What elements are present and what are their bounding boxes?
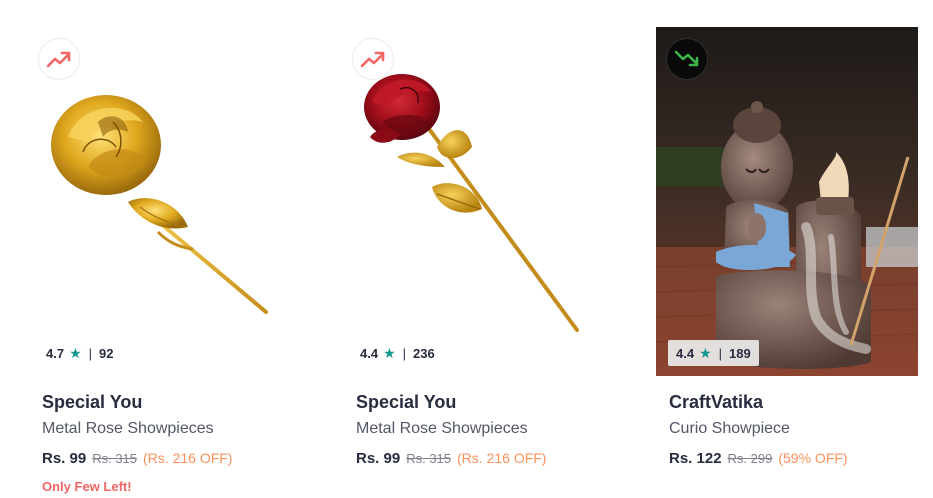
- rating-badge: 4.4 ★ | 189: [668, 340, 759, 366]
- trend-badge: [666, 38, 708, 80]
- product-image[interactable]: 4.4 ★ | 189: [656, 27, 918, 376]
- low-stock-label: Only Few Left!: [42, 479, 132, 494]
- trend-badge: [38, 38, 80, 80]
- rating-value: 4.7: [46, 345, 65, 361]
- gold-rose-image: [51, 95, 268, 314]
- selling-price: Rs. 122: [669, 450, 722, 467]
- selling-price: Rs. 99: [356, 450, 401, 467]
- rating-separator: |: [402, 345, 407, 361]
- original-price: Rs. 315: [406, 451, 452, 466]
- rating-value: 4.4: [360, 345, 379, 361]
- rating-badge: 4.7 ★ | 92: [38, 340, 122, 366]
- rating-count: 92: [99, 345, 114, 361]
- original-price: Rs. 299: [727, 451, 773, 466]
- rating-separator: |: [88, 345, 93, 361]
- price-row: Rs. 99 Rs. 315 (Rs. 216 OFF): [42, 450, 232, 467]
- trending-down-icon: [674, 50, 699, 67]
- star-icon: ★: [699, 345, 712, 361]
- discount-label: (Rs. 216 OFF): [143, 450, 233, 466]
- product-card[interactable]: 4.4 ★ | 189 CraftVatika Curio Showpiece …: [656, 27, 918, 498]
- rating-separator: |: [718, 345, 723, 361]
- selling-price: Rs. 99: [42, 450, 87, 467]
- rating-count: 189: [729, 345, 751, 361]
- star-icon: ★: [69, 345, 82, 361]
- product-card[interactable]: 4.4 ★ | 236 Special You Metal Rose Showp…: [342, 27, 604, 498]
- product-image[interactable]: 4.4 ★ | 236: [342, 27, 604, 376]
- price-row: Rs. 99 Rs. 315 (Rs. 216 OFF): [356, 450, 546, 467]
- product-brand: Special You: [356, 392, 457, 412]
- rating-badge: 4.4 ★ | 236: [352, 340, 443, 366]
- star-icon: ★: [383, 345, 396, 361]
- discount-label: (Rs. 216 OFF): [457, 450, 547, 466]
- product-name: Curio Showpiece: [669, 420, 790, 437]
- product-name: Metal Rose Showpieces: [42, 420, 214, 437]
- discount-label: (59% OFF): [778, 450, 848, 466]
- product-card[interactable]: 4.7 ★ | 92 Special You Metal Rose Showpi…: [28, 27, 290, 498]
- product-image[interactable]: 4.7 ★ | 92: [28, 27, 290, 376]
- buddha-incense-image: [656, 27, 918, 376]
- trending-up-icon: [360, 51, 385, 68]
- product-brand: CraftVatika: [669, 392, 764, 412]
- original-price: Rs. 315: [92, 451, 138, 466]
- product-name: Metal Rose Showpieces: [356, 420, 528, 437]
- rating-count: 236: [413, 345, 435, 361]
- rating-value: 4.4: [676, 345, 695, 361]
- trending-up-icon: [46, 51, 71, 68]
- price-row: Rs. 122 Rs. 299 (59% OFF): [669, 450, 848, 467]
- product-brand: Special You: [42, 392, 143, 412]
- red-rose-image: [364, 74, 579, 332]
- trend-badge: [352, 38, 394, 80]
